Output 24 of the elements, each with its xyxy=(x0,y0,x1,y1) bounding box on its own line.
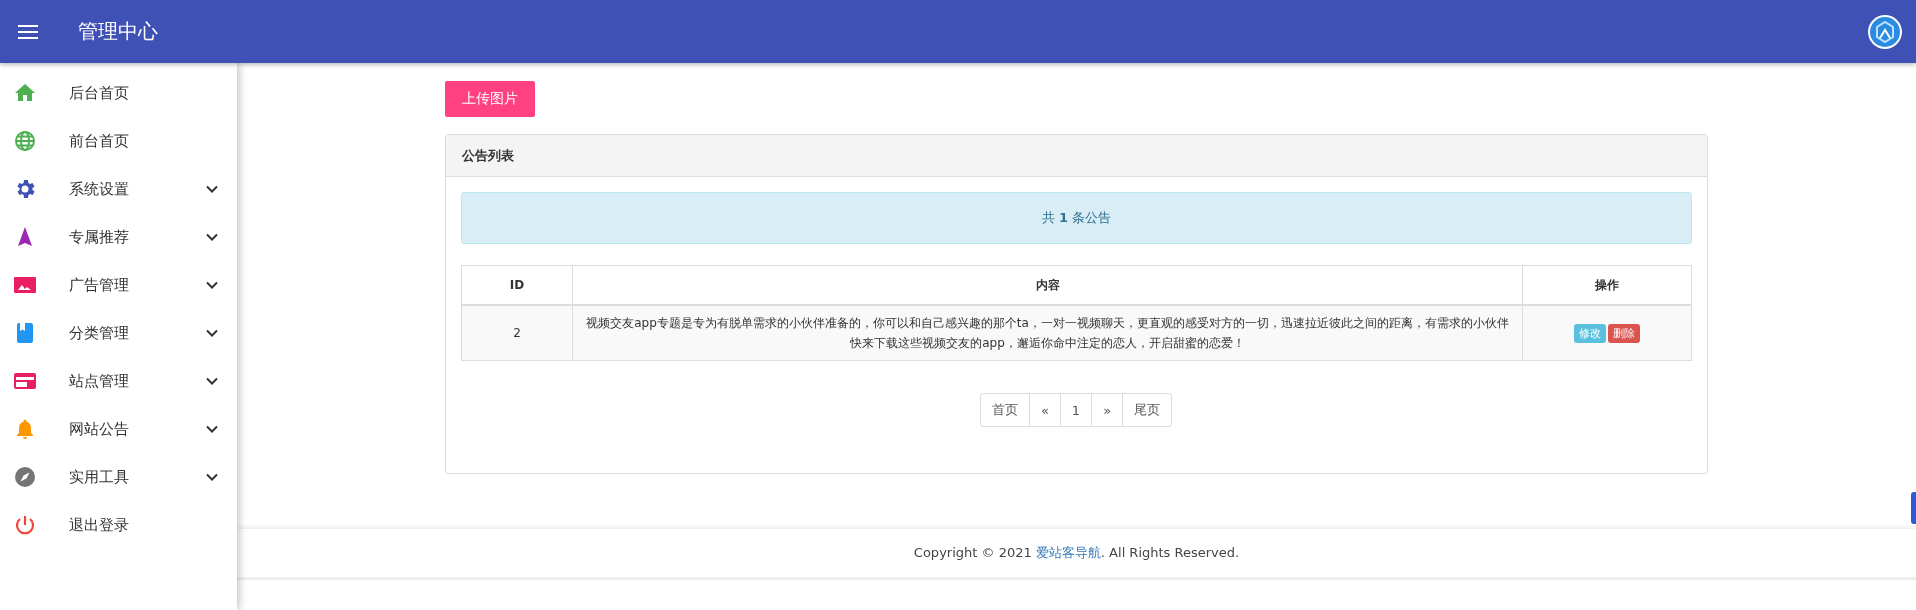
page-link[interactable]: » xyxy=(1091,393,1124,427)
avatar-icon[interactable] xyxy=(1867,13,1903,50)
sidebar-item[interactable]: 实用工具 xyxy=(0,453,237,501)
sidebar-item[interactable]: 分类管理 xyxy=(0,309,237,357)
footer-link[interactable]: 爱站客导航 xyxy=(1035,545,1101,560)
sidebar-item[interactable]: 广告管理 xyxy=(0,261,237,309)
sidebar-item[interactable]: 系统设置 xyxy=(0,165,237,213)
sidebar-item[interactable]: 后台首页 xyxy=(0,69,237,117)
sidebar-item[interactable]: 专属推荐 xyxy=(0,213,237,261)
panel-title: 公告列表 xyxy=(462,146,514,165)
page-link[interactable]: « xyxy=(1028,393,1061,427)
menu-icon xyxy=(18,24,38,39)
page-link[interactable]: 尾页 xyxy=(1122,393,1173,427)
delete-button[interactable]: 删除 xyxy=(1608,324,1640,343)
sidebar-item[interactable]: 站点管理 xyxy=(0,357,237,405)
copyright-text: Copyright © 2021 爱站客导航. All Rights Reserved. xyxy=(913,544,1240,562)
table-cell: 视频交友app专题是专为有脱单需求的小伙伴准备的，你可以和自己感兴趣的那个ta，一对一视频聊天，更直观的感受对方的一切，迅速拉近彼此之间的距离，有需求的小伙伴快来下载这些视频交友的app，邂逅你命中注定的恋人，开启甜蜜的恋爱！ xyxy=(572,305,1523,361)
sidebar-item[interactable]: 退出登录 xyxy=(0,501,237,549)
app-title: 管理中心 xyxy=(78,18,158,45)
alert-text: 共 1 条公告 xyxy=(1041,209,1112,227)
sidebar-item[interactable]: 前台首页 xyxy=(0,117,237,165)
table-cell: 2 xyxy=(461,305,573,361)
page-link[interactable]: 首页 xyxy=(979,393,1030,427)
sidebar-item[interactable]: 网站公告 xyxy=(0,405,237,453)
